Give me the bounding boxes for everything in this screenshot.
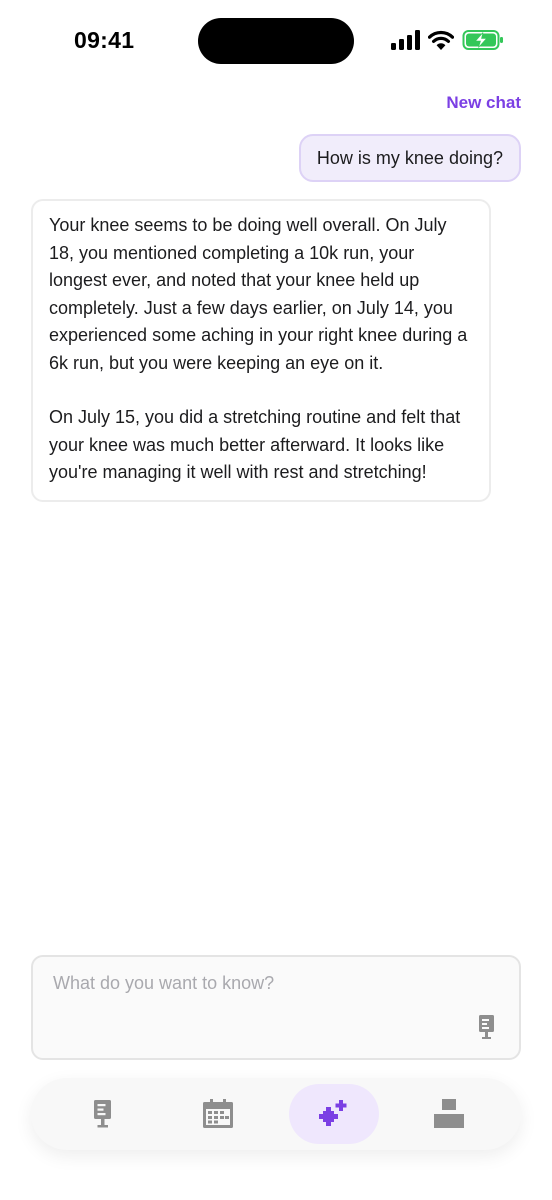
- user-message-text: How is my knee doing?: [316, 147, 503, 168]
- user-message-bubble: How is my knee doing?: [298, 134, 521, 182]
- chat-screen: 09:41 New chat How is my knee doing? You…: [0, 0, 552, 1200]
- wifi-icon: [428, 30, 454, 50]
- assistant-message-bubble: Your knee seems to be doing well overall…: [31, 199, 491, 502]
- tab-calendar[interactable]: [173, 1084, 263, 1144]
- tab-ask[interactable]: [289, 1084, 379, 1144]
- status-bar: 09:41: [0, 0, 552, 84]
- assistant-paragraph: Your knee seems to be doing well overall…: [49, 215, 468, 373]
- question-input[interactable]: [53, 973, 473, 994]
- tab-journal[interactable]: [58, 1084, 148, 1144]
- new-chat-button[interactable]: New chat: [446, 93, 521, 113]
- profile-icon: [434, 1099, 464, 1128]
- sparkle-icon: [319, 1100, 347, 1126]
- tab-bar: [31, 1078, 521, 1150]
- tab-profile[interactable]: [404, 1084, 494, 1144]
- battery-charging-icon: [462, 30, 503, 50]
- status-time: 09:41: [74, 27, 135, 53]
- composer[interactable]: [31, 955, 521, 1060]
- cellular-signal-icon: [391, 30, 420, 50]
- journal-icon[interactable]: [476, 1014, 498, 1040]
- journal-icon: [94, 1100, 111, 1128]
- calendar-icon: [203, 1099, 233, 1128]
- dynamic-island: [198, 18, 354, 64]
- assistant-paragraph: On July 15, you did a stretching routine…: [49, 407, 461, 482]
